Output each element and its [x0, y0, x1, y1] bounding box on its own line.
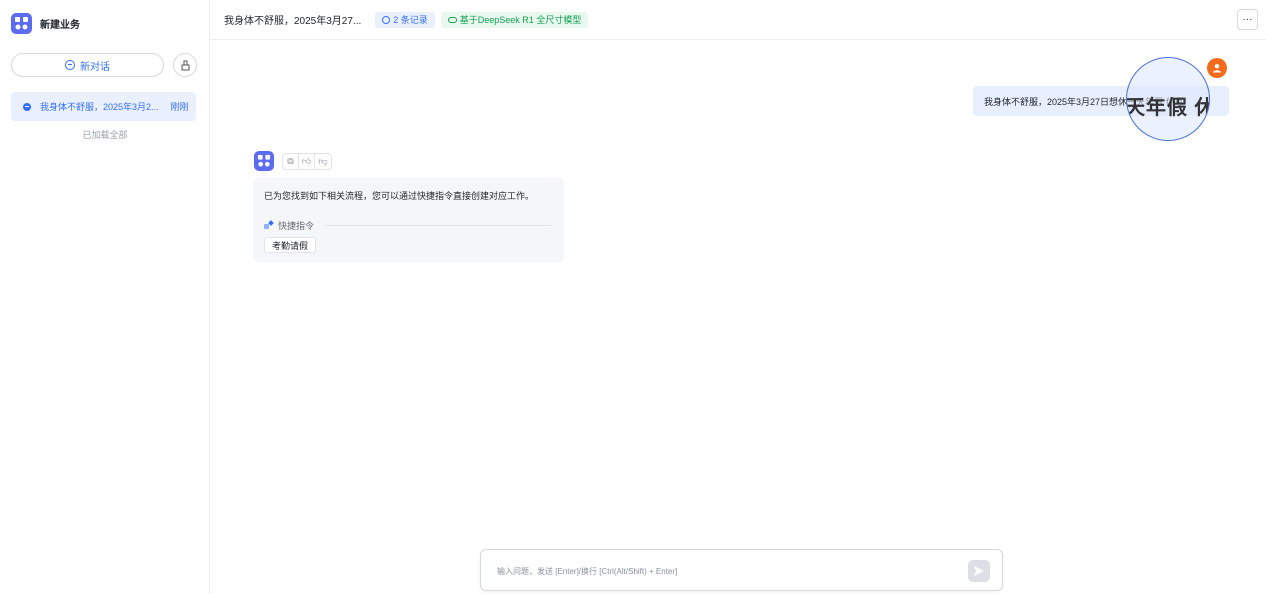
model-badge: 基于DeepSeek R1 全尺寸模型	[440, 11, 589, 28]
divider	[325, 225, 551, 226]
assistant-message: 已为您找到如下相关流程，您可以通过快捷指令直接创建对应工作。 快捷指令 考勤请假	[253, 178, 564, 262]
brand: 新建业务	[11, 11, 80, 35]
chat-session-icon	[23, 102, 31, 111]
assistant-message-text: 已为您找到如下相关流程，您可以通过快捷指令直接创建对应工作。	[264, 191, 535, 201]
shortcut-section-title: 快捷指令	[264, 219, 314, 232]
clock-icon	[382, 15, 391, 24]
sidebar: 新建业务 新对话 我身体不舒服，2025年3月2... 刚刚 已加载全部	[0, 0, 210, 594]
user-avatar	[1207, 58, 1227, 78]
app-logo-icon	[11, 12, 32, 34]
leave-request-shortcut-button[interactable]: 考勤请假	[264, 237, 317, 253]
magnifier-overlay: 天年假 休	[1126, 57, 1210, 141]
broom-icon	[181, 60, 189, 70]
chat-input-placeholder: 输入问题，发送 [Enter]/换行 [Ctrl(Alt/Shift) + En…	[497, 567, 678, 576]
loaded-all-text: 已加载全部	[82, 130, 128, 140]
send-icon	[974, 566, 984, 576]
session-item[interactable]: 我身体不舒服，2025年3月2... 刚刚	[11, 92, 196, 121]
thumbs-down-icon[interactable]: 👎︎	[315, 154, 331, 169]
message-actions: ⧉ 👍︎ 👎︎	[282, 153, 332, 170]
shortcut-title: 快捷指令	[278, 221, 315, 231]
thumbs-up-icon[interactable]: 👍︎	[299, 154, 315, 169]
new-chat-button[interactable]: 新对话	[11, 53, 164, 77]
more-options-button[interactable]: ···	[1237, 9, 1258, 30]
copy-icon[interactable]: ⧉	[283, 154, 299, 169]
records-label: 2 条记录	[393, 15, 428, 25]
chat-header: 我身体不舒服，2025年3月27... 2 条记录 基于DeepSeek R1 …	[210, 0, 1266, 40]
brand-title: 新建业务	[40, 19, 80, 31]
send-button[interactable]	[968, 560, 990, 582]
records-badge[interactable]: 2 条记录	[375, 11, 435, 28]
chat-bubble-icon	[65, 60, 75, 70]
user-icon	[1213, 64, 1221, 73]
chat-input-box[interactable]: 输入问题，发送 [Enter]/换行 [Ctrl(Alt/Shift) + En…	[480, 549, 1003, 591]
chat-title: 我身体不舒服，2025年3月27...	[224, 16, 362, 27]
sparkle-icon	[264, 221, 274, 231]
clear-history-button[interactable]	[173, 53, 197, 77]
session-title: 我身体不舒服，2025年3月2...	[40, 102, 159, 112]
new-chat-label: 新对话	[80, 61, 110, 73]
assistant-avatar	[254, 151, 274, 171]
cloud-icon	[447, 16, 457, 23]
session-time: 刚刚	[170, 102, 189, 112]
magnifier-text: 天年假 休	[1126, 97, 1210, 119]
model-label: 基于DeepSeek R1 全尺寸模型	[459, 15, 582, 25]
app-root: 新建业务 新对话 我身体不舒服，2025年3月2... 刚刚 已加载全部 我身体…	[0, 0, 1266, 594]
